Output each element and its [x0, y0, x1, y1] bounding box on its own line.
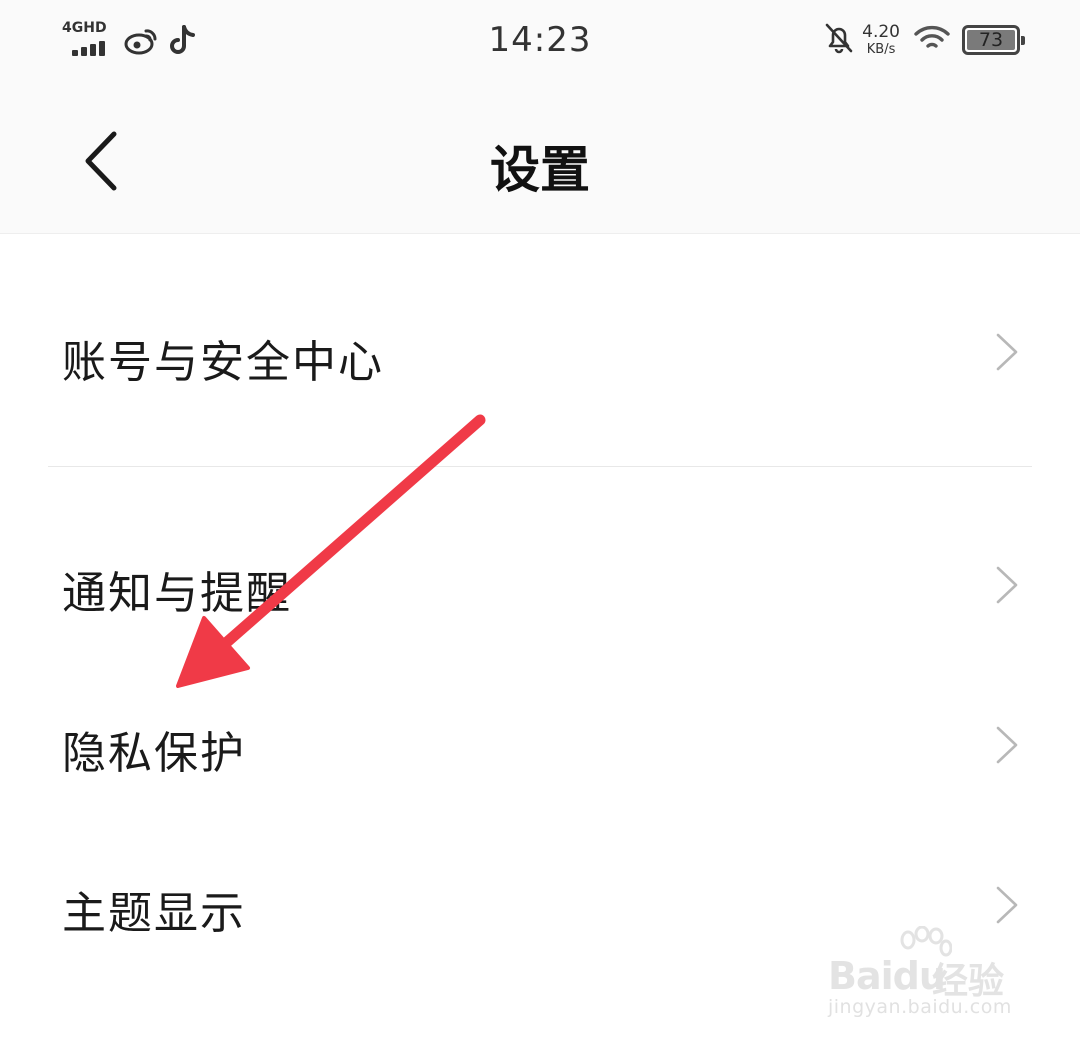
chevron-right-icon — [994, 885, 1020, 929]
settings-item-label: 隐私保护 — [62, 728, 246, 779]
chevron-right-icon — [994, 725, 1020, 769]
baidu-watermark: Baidu 经验 jingyan.baidu.com — [828, 926, 1038, 1026]
watermark-brand: Baidu — [828, 954, 946, 998]
status-bar: 4GHD 14:23 4.20 KB/s 73 — [0, 0, 1080, 86]
bell-off-icon — [824, 22, 854, 58]
net-speed-value: 4.20 — [862, 22, 900, 42]
settings-item-label: 通知与提醒 — [62, 568, 292, 619]
status-bar-right: 4.20 KB/s 73 — [824, 22, 1025, 58]
chevron-right-icon — [994, 565, 1020, 609]
chevron-right-icon — [994, 332, 1020, 376]
net-speed: 4.20 KB/s — [862, 22, 900, 57]
battery-level: 73 — [978, 29, 1004, 51]
page-title: 设置 — [490, 141, 590, 199]
settings-item-notifications[interactable]: 通知与提醒 — [0, 467, 1080, 667]
watermark-url: jingyan.baidu.com — [828, 996, 1012, 1018]
net-speed-unit: KB/s — [866, 42, 896, 57]
settings-item-label: 账号与安全中心 — [62, 337, 384, 388]
settings-item-privacy[interactable]: 隐私保护 — [0, 667, 1080, 827]
wifi-icon — [914, 24, 950, 56]
battery-icon: 73 — [962, 25, 1025, 55]
settings-screen: 4GHD 14:23 4.20 KB/s 73 设置 账号与安全中心 通知与提醒… — [0, 0, 1080, 1044]
nav-bar: 设置 — [0, 86, 1080, 234]
settings-item-account-security[interactable]: 账号与安全中心 — [0, 234, 1080, 466]
settings-item-label: 主题显示 — [62, 888, 246, 939]
